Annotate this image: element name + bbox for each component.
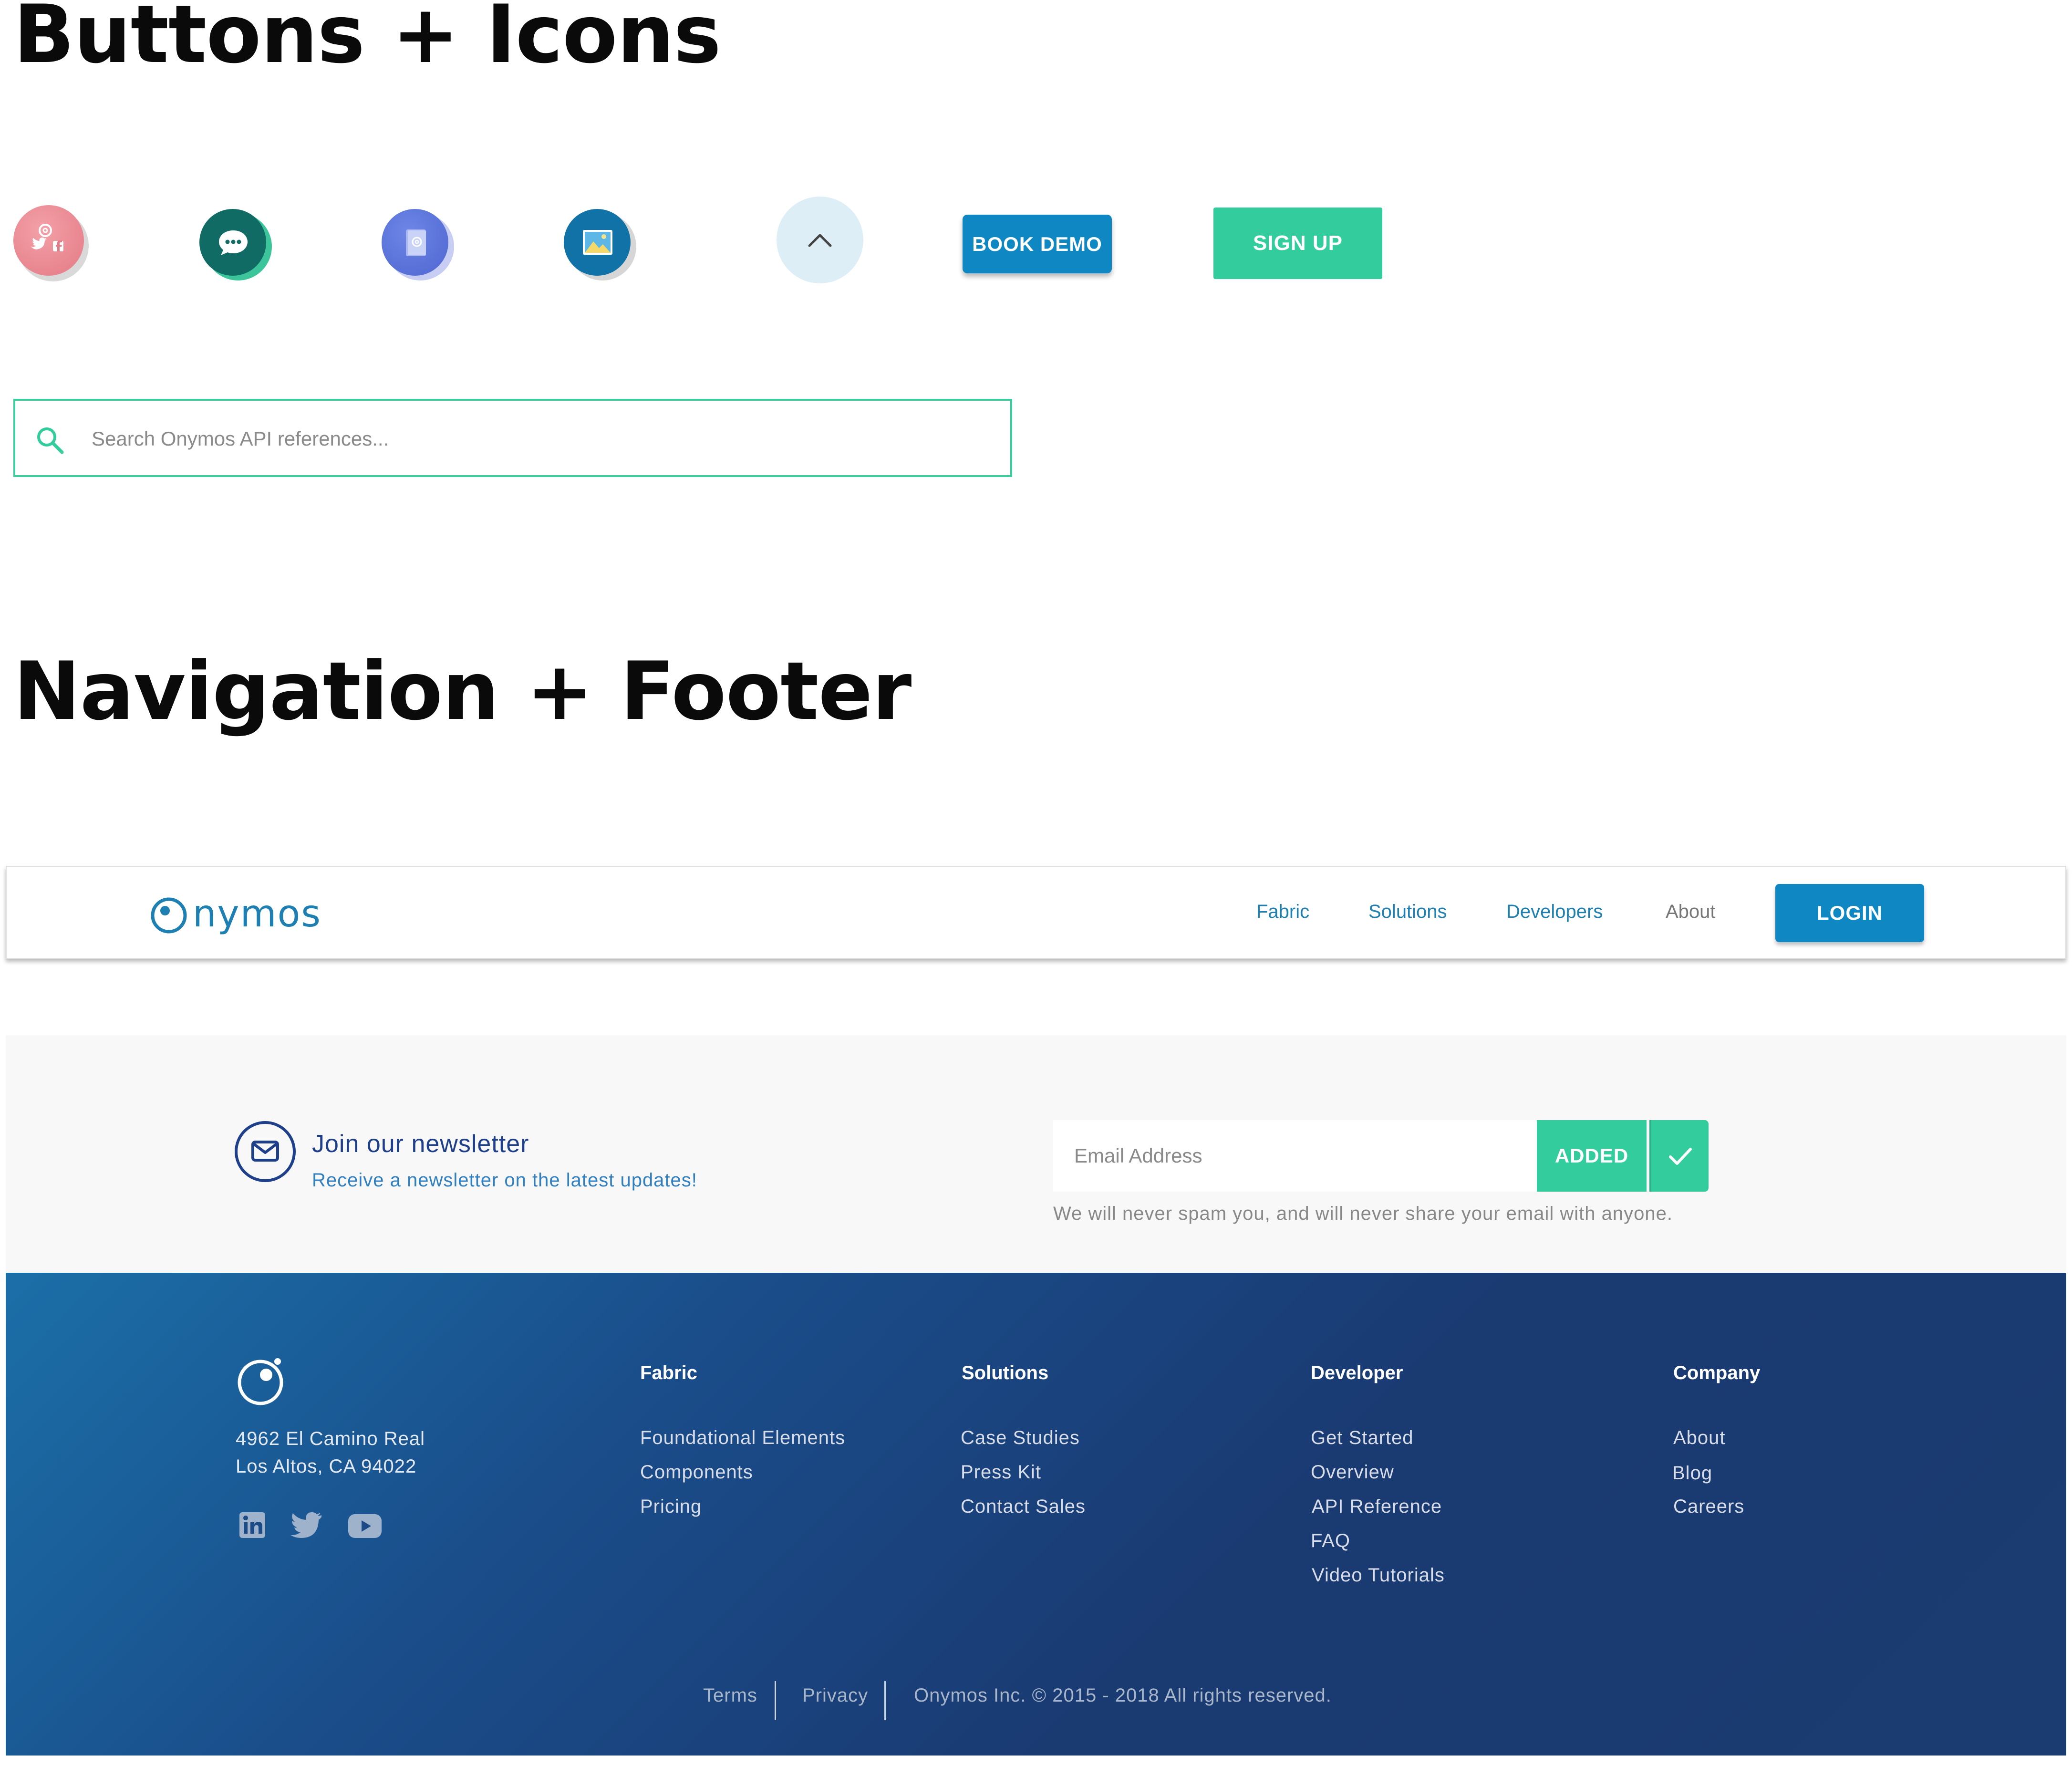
footer-address-line2: Los Altos, CA 94022 <box>236 1456 417 1477</box>
navbar: nymos Fabric Solutions Developers About … <box>6 866 2066 959</box>
footer-copyright: Onymos Inc. © 2015 - 2018 All rights res… <box>914 1685 1332 1706</box>
chevron-up-icon <box>808 234 832 247</box>
footer-link-case-studies[interactable]: Case Studies <box>961 1427 1080 1449</box>
footer-terms-link[interactable]: Terms <box>703 1685 757 1706</box>
footer-link-blog[interactable]: Blog <box>1672 1463 1712 1484</box>
nav-link-developers[interactable]: Developers <box>1506 901 1603 923</box>
footer-heading-developer: Developer <box>1311 1362 1403 1383</box>
nav-link-solutions[interactable]: Solutions <box>1368 901 1447 923</box>
footer-heading-fabric: Fabric <box>640 1362 698 1383</box>
onymos-logo[interactable]: nymos <box>148 886 339 948</box>
twitter-icon[interactable] <box>290 1511 323 1540</box>
mail-icon <box>235 1121 296 1182</box>
social-share-button[interactable] <box>13 205 89 281</box>
contact-book-icon <box>406 229 426 256</box>
section-title-buttons: Buttons + Icons <box>13 0 721 81</box>
chat-button[interactable] <box>199 209 272 280</box>
footer-logo-icon[interactable] <box>234 1354 290 1410</box>
footer-link-faq[interactable]: FAQ <box>1311 1530 1350 1552</box>
scroll-up-button[interactable] <box>777 197 863 283</box>
image-icon <box>583 230 612 255</box>
footer-link-components[interactable]: Components <box>640 1462 753 1483</box>
confirm-check-button[interactable] <box>1649 1120 1709 1192</box>
added-button[interactable]: ADDED <box>1537 1120 1647 1192</box>
nav-link-about[interactable]: About <box>1666 901 1716 923</box>
footer-link-pricing[interactable]: Pricing <box>640 1496 702 1517</box>
logo-text: nymos <box>193 893 321 935</box>
footer-link-foundational-elements[interactable]: Foundational Elements <box>640 1427 845 1449</box>
book-demo-button[interactable]: BOOK DEMO <box>963 215 1112 273</box>
email-box <box>1053 1120 1537 1192</box>
newsletter-section: Join our newsletter Receive a newsletter… <box>6 1035 2066 1273</box>
section-title-navigation: Navigation + Footer <box>13 644 912 738</box>
footer-link-video-tutorials[interactable]: Video Tutorials <box>1312 1565 1445 1586</box>
image-button[interactable] <box>564 209 636 280</box>
email-input[interactable] <box>1074 1134 1523 1177</box>
footer-link-overview[interactable]: Overview <box>1311 1462 1394 1483</box>
footer-link-contact-sales[interactable]: Contact Sales <box>961 1496 1086 1517</box>
search-icon <box>37 427 64 454</box>
login-button[interactable]: LOGIN <box>1775 884 1924 942</box>
search-box <box>13 399 1012 477</box>
footer-heading-solutions: Solutions <box>962 1362 1049 1383</box>
footer-heading-company: Company <box>1673 1362 1761 1383</box>
footer-divider <box>775 1681 776 1720</box>
footer-link-careers[interactable]: Careers <box>1673 1496 1744 1517</box>
search-input[interactable] <box>92 415 988 463</box>
footer-address-line1: 4962 El Camino Real <box>236 1428 425 1449</box>
footer-divider <box>884 1681 886 1720</box>
social-share-icon <box>31 224 63 251</box>
newsletter-subtitle: Receive a newsletter on the latest updat… <box>312 1170 697 1191</box>
contact-book-button[interactable] <box>382 209 454 280</box>
footer: 4962 El Camino Real Los Altos, CA 94022 … <box>6 1273 2066 1756</box>
footer-link-api-reference[interactable]: API Reference <box>1312 1496 1442 1517</box>
newsletter-disclaimer: We will never spam you, and will never s… <box>1053 1203 1673 1224</box>
footer-link-get-started[interactable]: Get Started <box>1311 1427 1414 1449</box>
nav-link-fabric[interactable]: Fabric <box>1256 901 1309 923</box>
sign-up-button[interactable]: SIGN UP <box>1213 208 1382 279</box>
youtube-icon[interactable] <box>347 1513 383 1539</box>
logo-mark-icon <box>151 897 187 934</box>
linkedin-icon[interactable] <box>238 1511 266 1539</box>
footer-privacy-link[interactable]: Privacy <box>802 1685 868 1706</box>
footer-link-about[interactable]: About <box>1673 1427 1726 1449</box>
checkmark-icon <box>1669 1148 1692 1165</box>
footer-link-press-kit[interactable]: Press Kit <box>961 1462 1041 1483</box>
chat-bubble-icon <box>219 230 248 255</box>
newsletter-title: Join our newsletter <box>312 1130 529 1158</box>
